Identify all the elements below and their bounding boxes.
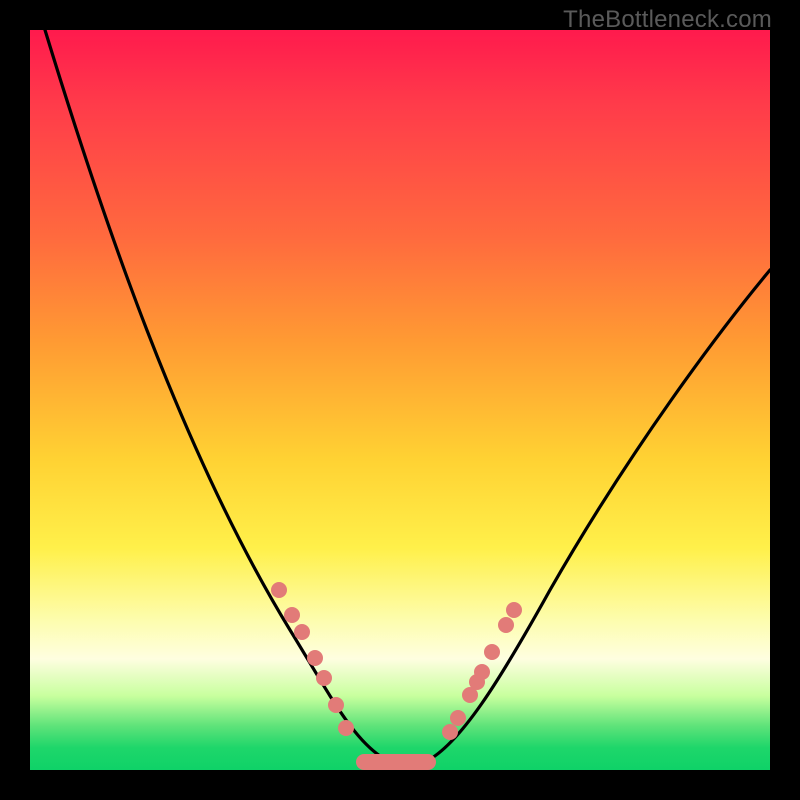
marker-dot xyxy=(284,607,300,623)
watermark-text: TheBottleneck.com xyxy=(563,6,772,34)
marker-dot xyxy=(271,582,287,598)
curve-svg xyxy=(30,30,770,770)
marker-dot xyxy=(307,650,323,666)
marker-dot xyxy=(338,720,354,736)
marker-dot xyxy=(316,670,332,686)
marker-dot xyxy=(294,624,310,640)
marker-dot xyxy=(442,724,458,740)
marker-dot xyxy=(474,664,490,680)
bottom-marker-bar xyxy=(356,754,436,770)
marker-dot xyxy=(506,602,522,618)
plot-area xyxy=(30,30,770,770)
bottleneck-curve xyxy=(45,30,770,762)
marker-dot xyxy=(450,710,466,726)
marker-dot xyxy=(328,697,344,713)
chart-frame: TheBottleneck.com xyxy=(0,0,800,800)
marker-dot xyxy=(498,617,514,633)
marker-dot xyxy=(484,644,500,660)
